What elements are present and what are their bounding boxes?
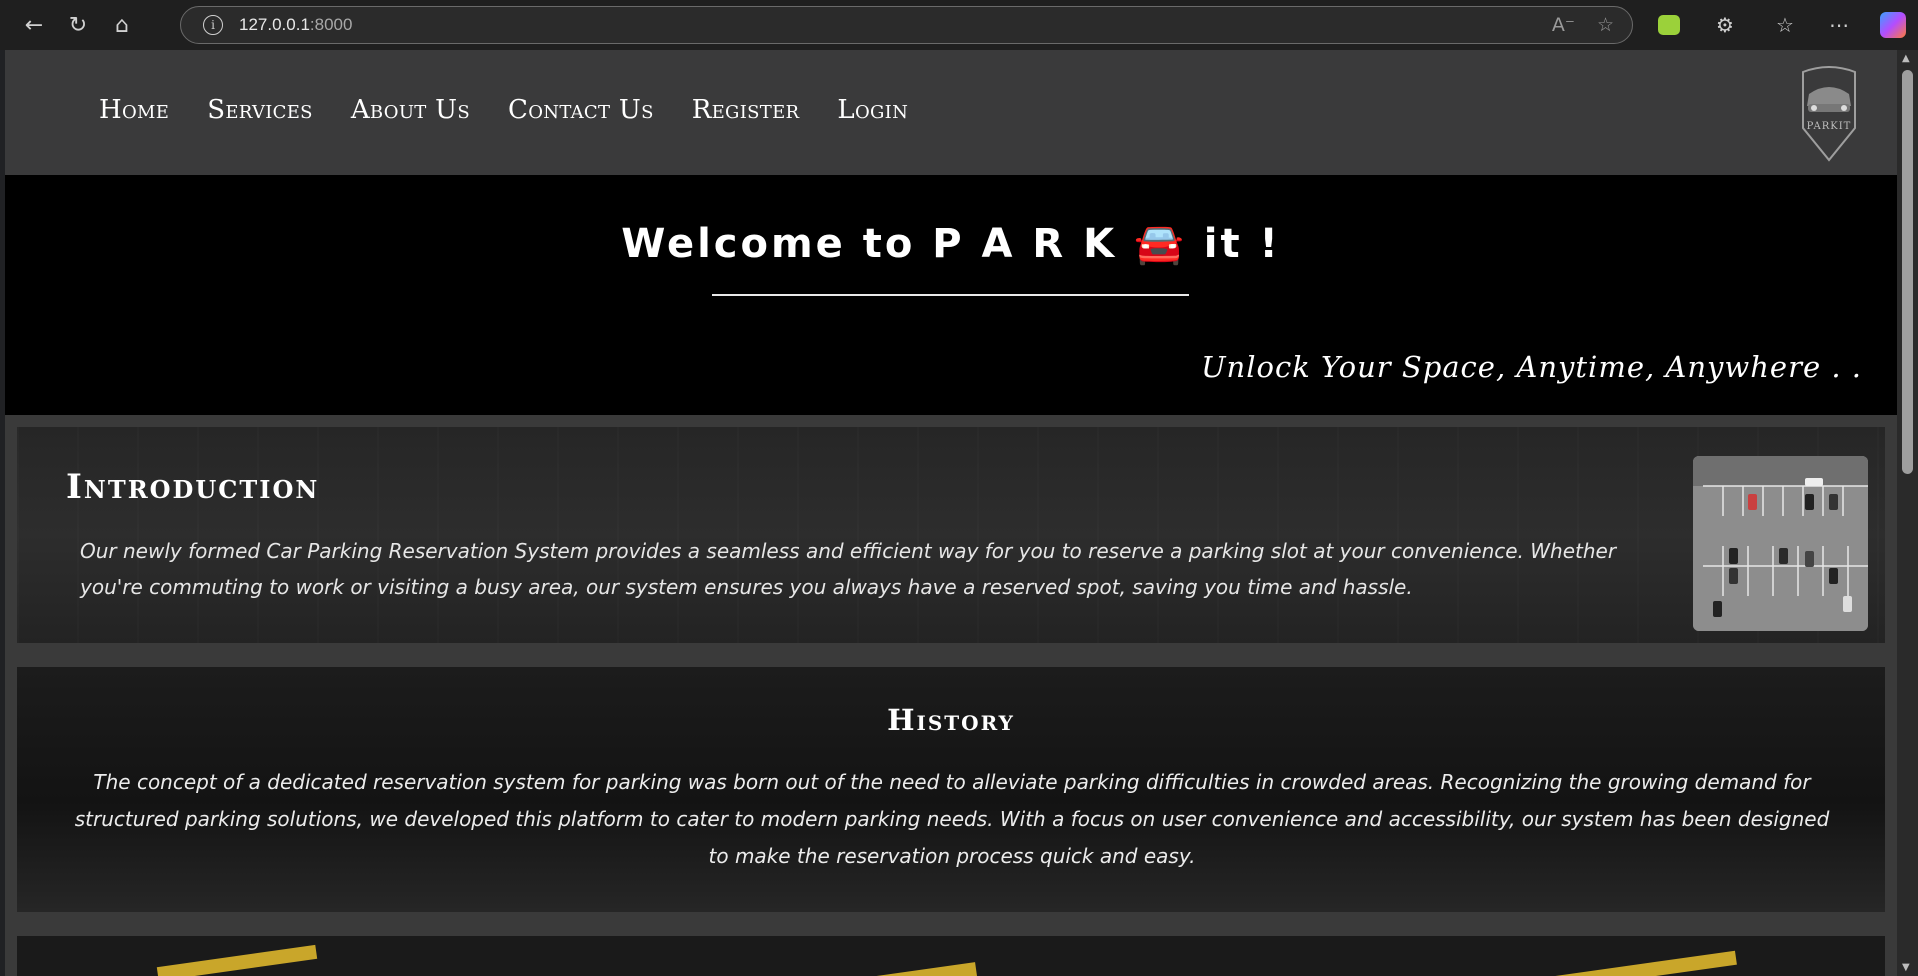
content-area: Introduction Our newly formed Car Parkin… [5,415,1897,976]
nav-register[interactable]: Register [692,95,800,125]
page-viewport: Home Services About Us Contact Us Regist… [5,50,1897,976]
browser-toolbar: ← ↻ ⌂ i 127.0.0.1:8000 A⁻ ☆ ⚙ ☆ ⋯ [0,0,1918,50]
back-arrow-icon[interactable]: ← [20,11,48,39]
more-icon[interactable]: ⋯ [1826,12,1852,38]
puzzle-extension-icon[interactable]: ⚙ [1712,12,1738,38]
next-section-background [17,936,1885,976]
main-menu: Home Services About Us Contact Us Regist… [99,95,946,125]
history-heading: History [887,703,1015,737]
introduction-section: Introduction Our newly formed Car Parkin… [17,427,1885,643]
nav-services[interactable]: Services [207,95,313,125]
nav-login[interactable]: Login [837,95,908,125]
logo-text: PARKIT [1807,121,1852,132]
hero-tagline: Unlock Your Space, Anytime, Anywhere . . [1201,350,1862,384]
favorite-star-icon[interactable]: ☆ [1597,14,1614,36]
extension-icon[interactable] [1658,15,1680,35]
nav-contact-us[interactable]: Contact Us [508,95,654,125]
scroll-up-icon[interactable]: ▲ [1902,53,1910,64]
title-underline [712,294,1189,296]
url-host: 127.0.0.1 [239,15,310,34]
nav-home[interactable]: Home [99,95,169,125]
nav-about-us[interactable]: About Us [351,95,470,125]
address-bar[interactable]: i 127.0.0.1:8000 A⁻ ☆ [180,6,1633,44]
introduction-text: Our newly formed Car Parking Reservation… [80,539,1617,599]
favorites-icon[interactable]: ☆ [1772,12,1798,38]
parkit-logo[interactable]: PARKIT [1799,66,1859,162]
history-section: History The concept of a dedicated reser… [17,667,1885,912]
hero-title: Welcome to P A R K 🚘 it ! [621,221,1281,267]
site-navbar: Home Services About Us Contact Us Regist… [5,50,1897,175]
scrollbar-thumb[interactable] [1902,70,1913,474]
hero-banner: Welcome to P A R K 🚘 it ! Unlock Your Sp… [5,175,1897,415]
url-text: 127.0.0.1:8000 [239,15,352,35]
history-text: The concept of a dedicated reservation s… [74,770,1830,868]
home-icon[interactable]: ⌂ [108,11,136,39]
parking-lot-image [1693,456,1868,631]
copilot-icon[interactable] [1880,12,1906,38]
page-scrollbar[interactable]: ▲ ▼ [1897,50,1918,976]
read-aloud-icon[interactable]: A⁻ [1552,14,1575,36]
info-icon[interactable]: i [203,15,223,35]
scroll-down-icon[interactable]: ▼ [1902,962,1910,973]
introduction-heading: Introduction [66,467,320,507]
reload-icon[interactable]: ↻ [64,11,92,39]
url-port: :8000 [309,15,353,34]
